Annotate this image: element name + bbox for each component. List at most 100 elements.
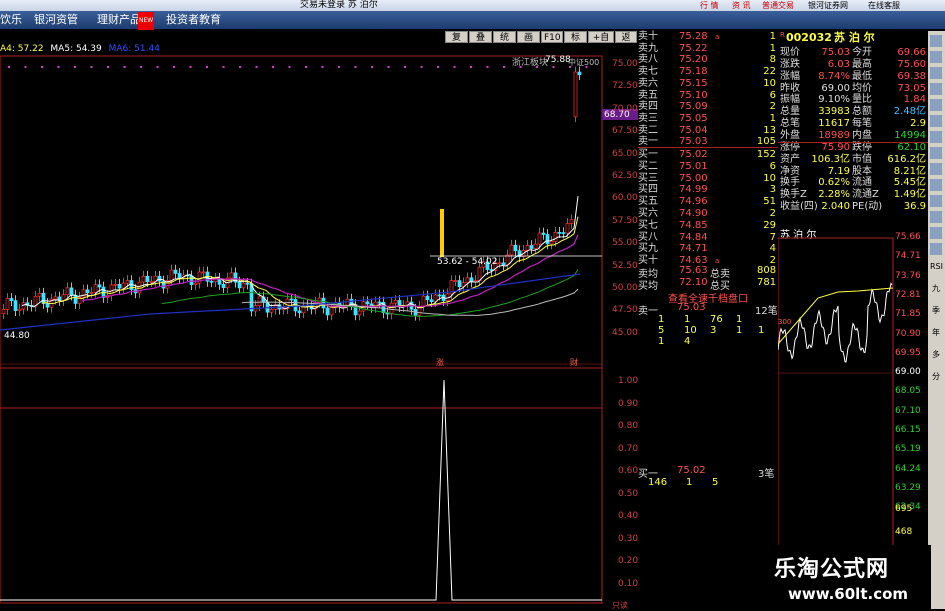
side-tool-button[interactable]: 年 bbox=[930, 327, 942, 339]
mark-button[interactable]: 标记 bbox=[564, 31, 587, 55]
menu-item-1[interactable]: 饮乐 bbox=[0, 11, 22, 29]
menu-item-2[interactable]: 银河资管 bbox=[34, 11, 78, 29]
signal-dot bbox=[107, 66, 109, 68]
orderbook-vol: 2 bbox=[769, 208, 776, 219]
candle-body bbox=[1, 309, 6, 315]
indicator-axis-label: 0.20 bbox=[618, 556, 639, 566]
candle-body bbox=[545, 234, 550, 245]
menu-item-3[interactable]: 理财产品 bbox=[97, 11, 141, 29]
orderbook-vol: 8 bbox=[769, 54, 776, 66]
quote-panel: R 002032 苏 泊 尔 现价 75.03 今开 69.66 涨跌 6.03 最高 75.… bbox=[778, 31, 928, 226]
side-tool-icon[interactable] bbox=[930, 115, 942, 127]
candle-body bbox=[13, 300, 18, 311]
orderbook-vol: 6 bbox=[769, 160, 776, 172]
side-tool-icon[interactable] bbox=[930, 131, 942, 143]
quote-label: 最低 bbox=[852, 70, 872, 82]
ask1-queue-cell: 1 bbox=[658, 336, 665, 347]
side-tool-button[interactable]: 九 bbox=[930, 283, 942, 295]
quote-row: 资产 106.3亿 市值 616.2亿 bbox=[778, 154, 928, 166]
watermark-url: www.60lt.com bbox=[788, 585, 909, 603]
side-tool-button[interactable]: 分 bbox=[930, 371, 942, 383]
side-tool-icon[interactable] bbox=[930, 51, 942, 63]
side-tool-icon[interactable] bbox=[930, 35, 942, 47]
bid1-count: 3笔 bbox=[758, 469, 775, 480]
bottom-tag: 只读 bbox=[612, 601, 628, 610]
candle-body bbox=[329, 307, 334, 316]
title-btn-site[interactable]: 银河证券网 bbox=[808, 0, 848, 11]
candle-body bbox=[453, 280, 458, 282]
orderbook-row: 卖八 75.20 8 bbox=[638, 54, 778, 66]
draw-button[interactable]: 画线 bbox=[517, 31, 540, 55]
side-tool-icon[interactable] bbox=[930, 227, 942, 239]
candle-body bbox=[477, 266, 482, 281]
side-tool-icon[interactable] bbox=[930, 99, 942, 111]
side-tool-button[interactable]: RSI bbox=[930, 261, 943, 273]
high-annotation-sub: 中证500 bbox=[568, 58, 600, 67]
quote-row: 昨收 69.00 均价 73.05 bbox=[778, 83, 928, 95]
f10-button[interactable]: F10 bbox=[541, 31, 563, 43]
quote-value: 36.9 bbox=[903, 201, 926, 213]
quote-value: 8.21亿 bbox=[893, 165, 926, 177]
orderbook-label: 买三 bbox=[638, 172, 658, 184]
title-btn-service[interactable]: 在线客服 bbox=[868, 0, 900, 11]
side-tool-icon[interactable] bbox=[930, 211, 942, 223]
orderbook-price: 75.15 bbox=[679, 77, 708, 89]
quote-value: 1.84 bbox=[903, 94, 926, 106]
orderbook-price: 75.04 bbox=[679, 124, 708, 136]
side-tool-icon[interactable] bbox=[930, 163, 942, 175]
orderbook-price: 75.28 bbox=[679, 31, 708, 42]
menu-item-4[interactable]: 投资者教育 bbox=[166, 11, 221, 29]
side-tool-button[interactable]: 季 bbox=[930, 305, 942, 317]
side-tool-icon[interactable] bbox=[930, 195, 942, 207]
side-tool-icon[interactable] bbox=[930, 83, 942, 95]
overlay-button[interactable]: 叠加 bbox=[469, 31, 492, 55]
candle-body bbox=[389, 302, 394, 315]
title-btn-trade[interactable]: 普通交易 bbox=[762, 0, 794, 11]
orderbook-vol: 10 bbox=[763, 77, 776, 89]
quote-label: 昨收 bbox=[780, 82, 800, 94]
side-tool-icon[interactable] bbox=[930, 147, 942, 159]
title-btn-news[interactable]: 资 讯 bbox=[732, 0, 751, 11]
orderbook-label: 买五 bbox=[638, 196, 658, 208]
signal-dot bbox=[255, 66, 258, 68]
orderbook-row: 买七 74.85 29 bbox=[638, 220, 778, 232]
title-btn-quote[interactable]: 行 情 bbox=[700, 0, 719, 11]
signal-dot bbox=[222, 66, 225, 68]
ask1-queue-cell: 1 bbox=[736, 314, 743, 325]
candle-body bbox=[509, 244, 514, 256]
candle-body bbox=[85, 289, 90, 294]
intraday-vol-label: 468 bbox=[895, 527, 913, 537]
candle-body bbox=[537, 232, 542, 245]
quote-value: 2.9 bbox=[910, 118, 926, 130]
candle-body bbox=[177, 273, 182, 279]
candle-body bbox=[9, 298, 14, 301]
kline-chart[interactable] bbox=[0, 44, 638, 609]
orderbook-label: 卖八 bbox=[638, 54, 658, 66]
intraday-axis-label: 75.66 bbox=[895, 232, 921, 242]
stats-button[interactable]: 统计 bbox=[493, 31, 516, 55]
price-axis-label: 65.00 bbox=[612, 148, 638, 159]
orderbook-row: 买九 74.71 4 bbox=[638, 243, 778, 255]
side-tool-icon[interactable] bbox=[930, 243, 942, 255]
side-tool-button[interactable]: 多 bbox=[930, 349, 942, 361]
side-tool-icon[interactable] bbox=[930, 179, 942, 191]
event-tag-rise[interactable]: 涨 bbox=[436, 357, 444, 368]
quote-label: 均价 bbox=[852, 82, 872, 94]
intraday-axis-label: 67.10 bbox=[895, 405, 921, 416]
event-tag-fin[interactable]: 财 bbox=[570, 357, 578, 368]
quote-value: 7.19 bbox=[827, 165, 850, 177]
quote-label: 振幅 bbox=[780, 94, 800, 106]
back-button[interactable]: 返回 bbox=[615, 31, 637, 55]
side-tool-icon[interactable] bbox=[930, 67, 942, 79]
candle-body bbox=[345, 298, 350, 307]
indicator-axis-label: 0.90 bbox=[618, 398, 639, 409]
candle-body bbox=[257, 296, 262, 307]
candle-body bbox=[93, 284, 98, 293]
restore-rights-button[interactable]: 复权 bbox=[445, 31, 468, 55]
orderbook-price: 75.05 bbox=[679, 112, 708, 124]
watermark: 乐淘公式网 www.60lt.com bbox=[766, 545, 931, 609]
orderbook-price: 74.85 bbox=[679, 219, 708, 231]
quote-value: 2.28% bbox=[818, 189, 850, 201]
price-axis-label: 55.00 bbox=[612, 238, 638, 249]
add-watchlist-button[interactable]: +自选 bbox=[588, 31, 614, 55]
